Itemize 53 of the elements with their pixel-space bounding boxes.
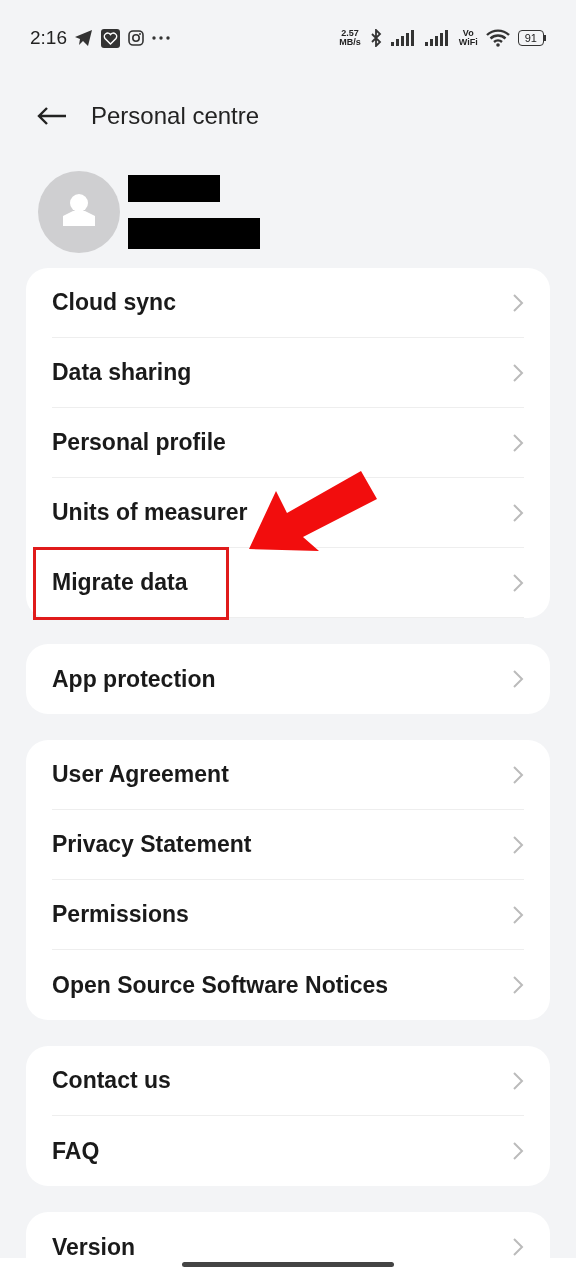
page-title: Personal centre <box>91 100 260 131</box>
settings-row[interactable]: Permissions <box>52 880 524 950</box>
vowifi-label: Vo <box>462 29 474 38</box>
wifi-icon <box>485 29 510 47</box>
chevron-icon <box>512 975 524 995</box>
row-label: Cloud sync <box>52 288 176 318</box>
heart-app-icon <box>101 28 120 48</box>
chevron-icon <box>512 669 524 689</box>
chevron-icon <box>512 1237 524 1257</box>
row-label: Version <box>52 1232 136 1262</box>
row-label: FAQ <box>52 1136 100 1166</box>
row-label: Migrate data <box>52 568 188 598</box>
home-indicator[interactable] <box>182 1262 394 1267</box>
row-label: Open Source Software Notices <box>52 970 389 1000</box>
settings-row[interactable]: User Agreement <box>52 740 524 810</box>
chevron-icon <box>512 502 524 523</box>
settings-row[interactable]: Open Source Software Notices <box>52 950 524 1020</box>
row-label: Units of measurer <box>52 498 248 528</box>
chevron-icon <box>512 1070 524 1091</box>
signal-icon <box>424 30 451 46</box>
chevron-icon <box>512 572 524 593</box>
chevron-icon <box>512 764 524 785</box>
settings-row[interactable]: Contact us <box>52 1046 524 1116</box>
row-label: User Agreement <box>52 760 229 790</box>
row-label: Contact us <box>52 1066 171 1096</box>
clock-time: 2:16 <box>30 25 67 50</box>
net-speed-unit: MB/s <box>339 38 361 47</box>
settings-row[interactable]: Privacy Statement <box>52 810 524 880</box>
settings-row[interactable]: Version <box>52 1212 524 1280</box>
chevron-icon <box>512 834 524 855</box>
chevron-icon <box>512 362 524 383</box>
bluetooth-icon <box>368 29 383 47</box>
row-label: Data sharing <box>52 358 192 388</box>
settings-row[interactable]: Cloud sync <box>52 268 524 338</box>
chevron-icon <box>512 292 524 313</box>
chevron-icon <box>512 1141 524 1161</box>
back-arrow-icon[interactable] <box>37 105 67 126</box>
vowifi-label: WiFi <box>458 38 478 47</box>
settings-row[interactable]: FAQ <box>52 1116 524 1186</box>
paper-plane-icon <box>75 30 93 46</box>
camera-icon <box>128 30 144 46</box>
chevron-icon <box>512 432 524 453</box>
battery-icon: 91 <box>517 30 546 46</box>
more-icon <box>152 36 170 40</box>
net-speed: 2.57 <box>341 29 359 38</box>
row-label: Privacy Statement <box>52 830 252 860</box>
row-label: Personal profile <box>52 428 226 458</box>
signal-icon <box>390 30 417 46</box>
chevron-icon <box>512 904 524 925</box>
row-label: Permissions <box>52 900 189 930</box>
settings-row[interactable]: App protection <box>52 644 524 714</box>
settings-row[interactable]: Data sharing <box>52 338 524 408</box>
row-label: App protection <box>52 664 216 694</box>
